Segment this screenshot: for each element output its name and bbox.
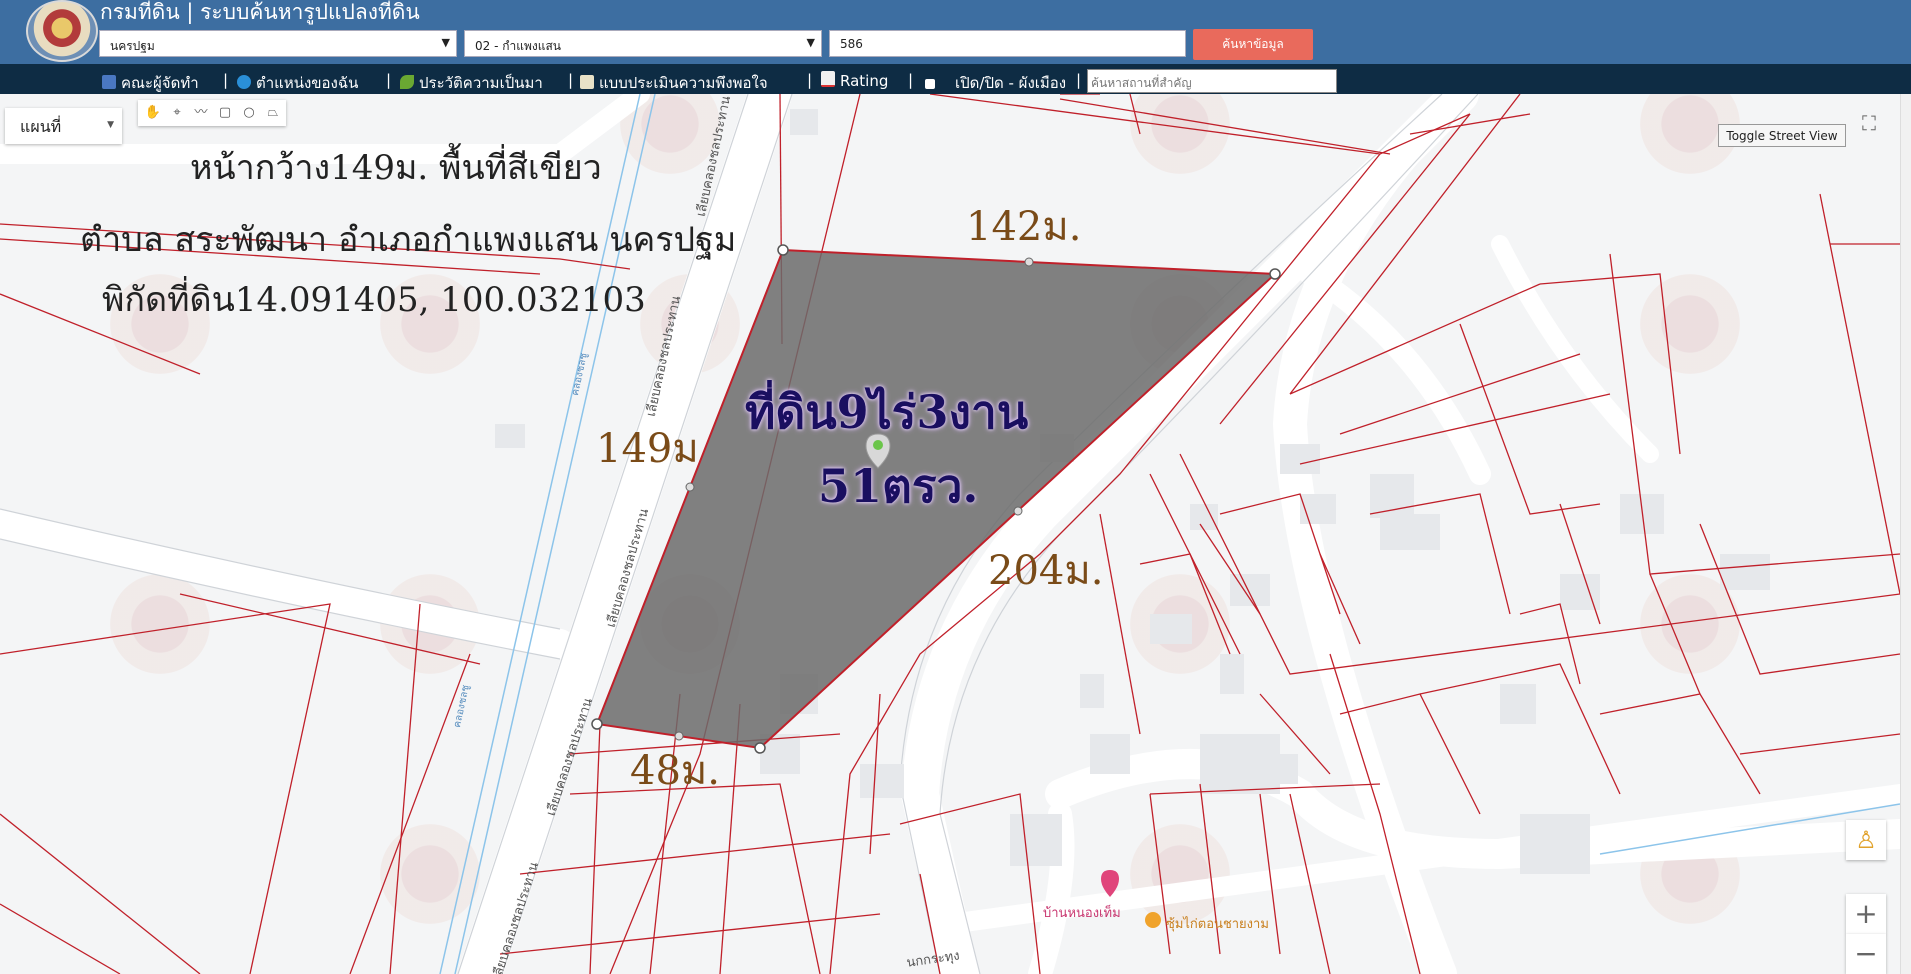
- parcel-number-value: 586: [840, 37, 863, 51]
- nav-item-label: คณะผู้จัดทำ: [121, 74, 199, 92]
- circle-tool-icon[interactable]: ○: [239, 103, 259, 123]
- province-select[interactable]: นครปฐม ▼: [99, 30, 457, 57]
- dimension-right: 204ม.: [988, 548, 1104, 594]
- zoom-in-button[interactable]: +: [1846, 894, 1886, 934]
- checkbox-icon[interactable]: [925, 79, 935, 89]
- toggle-street-view-button[interactable]: Toggle Street View: [1718, 124, 1846, 147]
- chart-icon: [821, 71, 835, 87]
- nav-item-label: แบบประเมินความพึงพอใจ: [599, 74, 768, 92]
- marker-tool-icon[interactable]: ⌖: [167, 103, 187, 123]
- drawing-toolbar: ✋ ⌖ 〰 ▢ ○ ⏢: [138, 100, 286, 126]
- nav-item-label: เปิด/ปิด - ผังเมือง: [955, 74, 1067, 92]
- nav-separator: |: [223, 71, 229, 89]
- chevron-down-icon: ▼: [441, 36, 450, 49]
- nav-separator: |: [1076, 71, 1082, 89]
- polyline-tool-icon[interactable]: 〰: [191, 103, 211, 123]
- annotation-location: ตำบล สระพัฒนา อำเภอกำแพงแสน นครปฐม: [80, 220, 737, 260]
- search-button[interactable]: ค้นหาข้อมูล: [1193, 29, 1313, 60]
- dimension-top: 142ม.: [966, 204, 1082, 250]
- poi-label[interactable]: ซุ้มไก่ตอนชายงาม: [1166, 913, 1269, 934]
- parcel-number-input[interactable]: 586: [829, 30, 1186, 57]
- map-canvas[interactable]: หน้ากว้าง149ม. พื้นที่สีเขียว ตำบล สระพั…: [0, 94, 1900, 974]
- province-select-value: นครปฐม: [110, 39, 155, 53]
- globe-icon: [237, 75, 251, 89]
- nav-item-my-location[interactable]: ตำแหน่งของฉัน: [237, 71, 358, 95]
- team-icon: [102, 75, 116, 89]
- area-label-rai: ที่ดิน9ไร่3งาน: [745, 385, 1029, 439]
- nav-item-label: ตำแหน่งของฉัน: [256, 74, 359, 92]
- nav-item-label: Rating: [840, 72, 889, 90]
- nav-item-team[interactable]: คณะผู้จัดทำ: [102, 71, 199, 95]
- dimension-bottom: 48ม.: [630, 748, 720, 794]
- dimension-left: 149ม: [596, 426, 699, 472]
- page-scrollbar[interactable]: [1900, 94, 1911, 974]
- rectangle-tool-icon[interactable]: ▢: [215, 103, 235, 123]
- area-label-wa: 51ตรว.: [818, 459, 979, 513]
- nav-item-city-plan-toggle[interactable]: เปิด/ปิด - ผังเมือง: [925, 71, 1066, 95]
- department-seal-logo: [26, 0, 98, 62]
- nav-item-label: ประวัติความเป็นมา: [419, 74, 543, 92]
- poi-label[interactable]: บ้านหนองเท็ม: [1043, 902, 1121, 923]
- nav-separator: |: [908, 71, 914, 89]
- polygon-tool-icon[interactable]: ⏢: [263, 103, 283, 123]
- sprout-icon: [400, 75, 414, 89]
- district-select[interactable]: 02 - กำแพงแสน ▼: [464, 30, 822, 57]
- nav-item-rating[interactable]: Rating: [821, 71, 888, 90]
- nav-bar: คณะผู้จัดทำ | ตำแหน่งของฉัน | ประวัติควา…: [0, 64, 1911, 94]
- header-bar: กรมที่ดิน | ระบบค้นหารูปแปลงที่ดิน นครปฐ…: [0, 0, 1911, 64]
- zoom-out-button[interactable]: −: [1846, 934, 1886, 974]
- district-select-value: 02 - กำแพงแสน: [475, 39, 561, 53]
- site-title: กรมที่ดิน | ระบบค้นหารูปแปลงที่ดิน: [100, 0, 420, 24]
- form-icon: [580, 75, 594, 89]
- nav-item-history[interactable]: ประวัติความเป็นมา: [400, 71, 543, 95]
- annotation-frontage: หน้ากว้าง149ม. พื้นที่สีเขียว: [190, 148, 602, 188]
- chevron-down-icon: ▼: [806, 36, 815, 49]
- pegman-icon[interactable]: ♙: [1846, 820, 1886, 860]
- nav-separator: |: [386, 71, 392, 89]
- poi-pin-icon[interactable]: [1145, 912, 1161, 928]
- map-type-select[interactable]: แผนที่ ▼: [5, 108, 122, 144]
- nav-item-survey[interactable]: แบบประเมินความพึงพอใจ: [580, 71, 768, 95]
- hand-icon[interactable]: ✋: [143, 103, 163, 123]
- place-search-input[interactable]: ค้นหาสถานที่สำคัญ: [1087, 69, 1337, 93]
- nav-separator: |: [568, 71, 574, 89]
- chevron-down-icon: ▼: [107, 120, 114, 130]
- nav-separator: |: [807, 71, 813, 89]
- fullscreen-icon[interactable]: ⛶: [1856, 110, 1882, 136]
- annotation-coordinates: พิกัดที่ดิน14.091405, 100.032103: [102, 280, 646, 320]
- map-type-value: แผนที่: [20, 117, 62, 136]
